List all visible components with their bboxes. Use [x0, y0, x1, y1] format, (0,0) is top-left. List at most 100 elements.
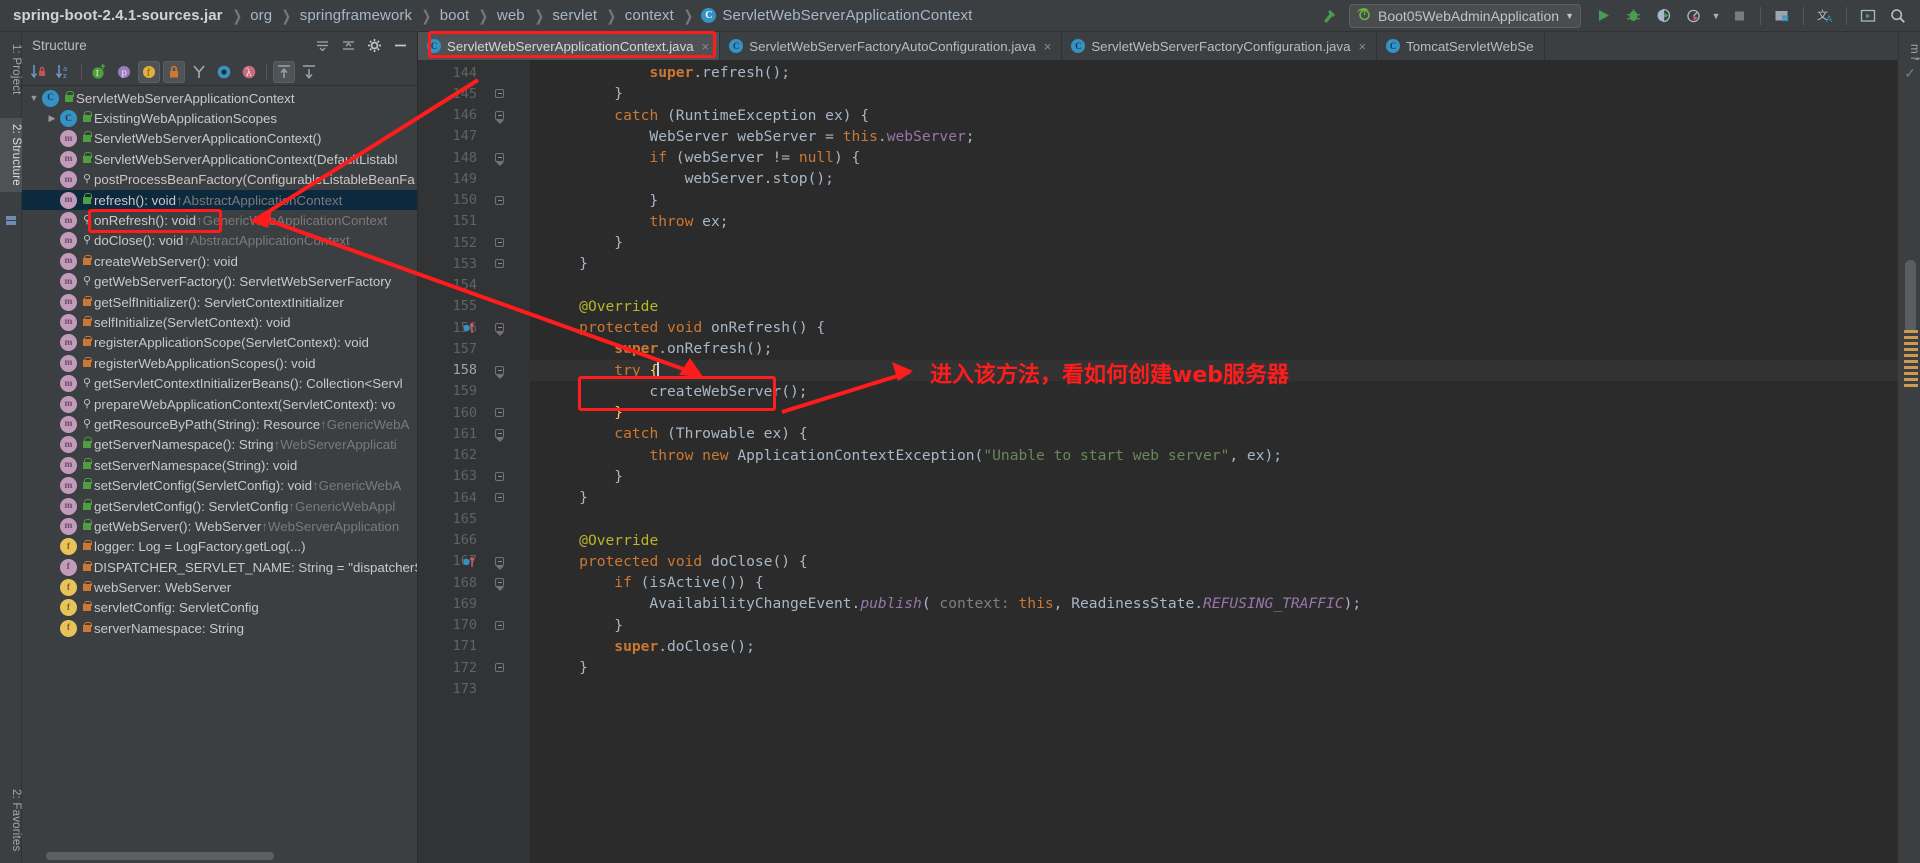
sort-alphabetically-icon[interactable]: az — [53, 61, 75, 83]
breadcrumb-item-4[interactable]: web — [497, 7, 525, 24]
structure-tree-node[interactable]: m getWebServer(): WebServer ↑WebServerApp… — [22, 516, 417, 536]
structure-tree-node[interactable]: m setServletConfig(ServletConfig): void ↑… — [22, 475, 417, 495]
code-line[interactable]: webServer.stop(); — [530, 168, 1898, 189]
code-line[interactable] — [530, 678, 1898, 699]
fold-region-end-icon[interactable] — [495, 620, 504, 630]
code-line[interactable]: } — [530, 615, 1898, 636]
structure-tree-node[interactable]: m ⚲ getWebServerFactory(): ServletWebServe… — [22, 272, 417, 292]
breadcrumb-item-6[interactable]: context — [625, 7, 674, 24]
group-by-icon[interactable] — [188, 61, 210, 83]
profiler-chevron-down-icon[interactable]: ▼ — [1709, 2, 1723, 30]
translate-icon[interactable]: 文A — [1811, 2, 1839, 30]
code-line[interactable]: } — [530, 466, 1898, 487]
structure-tree-node[interactable]: m setServerNamespace(String): void — [22, 455, 417, 475]
structure-tree-node[interactable]: m registerApplicationScope(ServletContext… — [22, 333, 417, 353]
code-line[interactable]: } — [530, 487, 1898, 508]
chevron-down-icon[interactable]: ▼ — [26, 93, 42, 103]
code-line[interactable]: } — [530, 253, 1898, 274]
structure-tree-node[interactable]: f logger: Log = LogFactory.getLog(...) — [22, 537, 417, 557]
close-icon[interactable]: × — [1358, 39, 1366, 54]
structure-tree-node[interactable]: m getServerNamespace(): String ↑WebServer… — [22, 435, 417, 455]
structure-tree-node[interactable]: m ⚲ getResourceByPath(String): Resource ↑G… — [22, 414, 417, 434]
editor-tab[interactable]: C TomcatServletWebSe — [1377, 32, 1545, 60]
show-anonymous-classes-icon[interactable] — [213, 61, 235, 83]
code-line[interactable]: throw ex; — [530, 211, 1898, 232]
code-line[interactable] — [530, 508, 1898, 529]
code-line[interactable]: } — [530, 190, 1898, 211]
editor-scrollbar-track[interactable]: ✓ — [1898, 60, 1920, 863]
structure-tree-node[interactable]: m getServletConfig(): ServletConfig ↑Gene… — [22, 496, 417, 516]
code-line[interactable]: if (isActive()) { — [530, 572, 1898, 593]
fold-region-start-icon[interactable] — [495, 323, 504, 336]
fold-region-end-icon[interactable] — [495, 663, 504, 672]
breadcrumb-item-3[interactable]: boot — [440, 7, 470, 24]
code-line[interactable]: } — [530, 232, 1898, 253]
structure-tree-node[interactable]: m ⚲ doClose(): void ↑AbstractApplicationCo… — [22, 231, 417, 251]
overriding-method-icon[interactable] — [462, 555, 476, 572]
breadcrumb-item-5[interactable]: servlet — [552, 7, 597, 24]
fold-region-end-icon[interactable] — [495, 471, 504, 481]
run-configuration-selector[interactable]: Boot05WebAdminApplication ▼ — [1349, 3, 1581, 28]
structure-tree-node[interactable]: f DISPATCHER_SERVLET_NAME: String = "disp… — [22, 557, 417, 577]
structure-tree-node[interactable]: m ⚲ getServletContextInitializerBeans(): C… — [22, 373, 417, 393]
code-line[interactable]: protected void onRefresh() { — [530, 317, 1898, 338]
structure-tree-node[interactable]: m ⚲ prepareWebApplicationContext(ServletCo… — [22, 394, 417, 414]
sidebar-item-project[interactable]: 1: Project — [0, 38, 22, 101]
bookmark-icon[interactable] — [4, 214, 18, 228]
code-line[interactable]: catch (Throwable ex) { — [530, 423, 1898, 444]
structure-tree-node[interactable]: m getSelfInitializer(): ServletContextIni… — [22, 292, 417, 312]
hammer-icon[interactable] — [1315, 2, 1343, 30]
show-fields-icon[interactable]: f — [138, 60, 160, 83]
code-line[interactable]: } — [530, 83, 1898, 104]
fold-region-start-icon[interactable] — [495, 110, 504, 124]
project-structure-icon[interactable] — [1768, 2, 1796, 30]
sidebar-item-favorites[interactable]: 2: Favorites — [0, 783, 22, 857]
structure-tree-node[interactable]: m createWebServer(): void — [22, 251, 417, 271]
breadcrumb-item-2[interactable]: springframework — [300, 7, 412, 24]
show-non-public-icon[interactable] — [163, 60, 185, 83]
editor-scrollbar-thumb[interactable] — [1905, 260, 1916, 332]
fold-region-start-icon[interactable] — [495, 556, 504, 570]
code-line[interactable]: catch (RuntimeException ex) { — [530, 105, 1898, 126]
run-with-coverage-icon[interactable] — [1649, 2, 1677, 30]
structure-tree-node[interactable]: f servletConfig: ServletConfig — [22, 598, 417, 618]
code-editor[interactable]: 1441451461471481491501511521531541551561… — [418, 60, 1898, 863]
code-line[interactable]: @Override — [530, 296, 1898, 317]
code-line[interactable]: if (webServer != null) { — [530, 147, 1898, 168]
search-everywhere-icon[interactable] — [1884, 2, 1912, 30]
structure-tree-node[interactable]: m registerWebApplicationScopes(): void — [22, 353, 417, 373]
profiler-icon[interactable] — [1679, 2, 1707, 30]
breadcrumb-item-0[interactable]: spring-boot-2.4.1-sources.jar — [13, 7, 223, 24]
fold-region-end-icon[interactable] — [495, 195, 504, 205]
scroll-from-source-icon[interactable] — [273, 60, 295, 83]
fold-region-start-icon[interactable] — [495, 153, 504, 166]
collapse-all-icon[interactable] — [311, 34, 333, 56]
fold-region-end-icon[interactable] — [495, 408, 504, 417]
overriding-method-icon[interactable] — [462, 321, 476, 338]
structure-horizontal-scrollbar[interactable] — [46, 852, 274, 860]
structure-tree-node[interactable]: m ServletWebServerApplicationContext(Defa… — [22, 149, 417, 169]
structure-tree-node[interactable]: ▼ C ServletWebServerApplicationContext — [22, 88, 417, 108]
code-line[interactable]: super.doClose(); — [530, 636, 1898, 657]
structure-tree-node[interactable]: f serverNamespace: String — [22, 618, 417, 638]
console-icon[interactable] — [1854, 2, 1882, 30]
structure-tree-node[interactable]: f webServer: WebServer — [22, 577, 417, 597]
code-line[interactable]: WebServer webServer = this.webServer; — [530, 126, 1898, 147]
code-line[interactable]: AvailabilityChangeEvent.publish( context… — [530, 593, 1898, 614]
code-text-area[interactable]: super.refresh(); } catch (RuntimeExcepti… — [530, 60, 1898, 863]
expand-all-icon[interactable] — [337, 34, 359, 56]
code-line[interactable] — [530, 275, 1898, 296]
fold-region-start-icon[interactable] — [495, 578, 504, 591]
sidebar-item-structure[interactable]: 2: Structure — [0, 118, 22, 192]
chevron-right-icon[interactable]: ▶ — [44, 113, 60, 124]
code-line[interactable]: protected void doClose() { — [530, 551, 1898, 572]
fold-region-end-icon[interactable] — [495, 259, 504, 269]
code-line[interactable]: super.refresh(); — [530, 62, 1898, 83]
structure-tree-node[interactable]: m ServletWebServerApplicationContext() — [22, 129, 417, 149]
close-icon[interactable]: × — [1044, 39, 1052, 54]
breadcrumb-item-1[interactable]: org — [250, 7, 272, 24]
code-line[interactable]: } — [530, 657, 1898, 678]
structure-tree[interactable]: ▼ C ServletWebServerApplicationContext ▶ C Ex… — [22, 86, 417, 863]
breadcrumb-item-7[interactable]: C ServletWebServerApplicationContext — [701, 7, 972, 24]
editor-tab[interactable]: C ServletWebServerFactoryAutoConfiguratio… — [720, 32, 1063, 60]
